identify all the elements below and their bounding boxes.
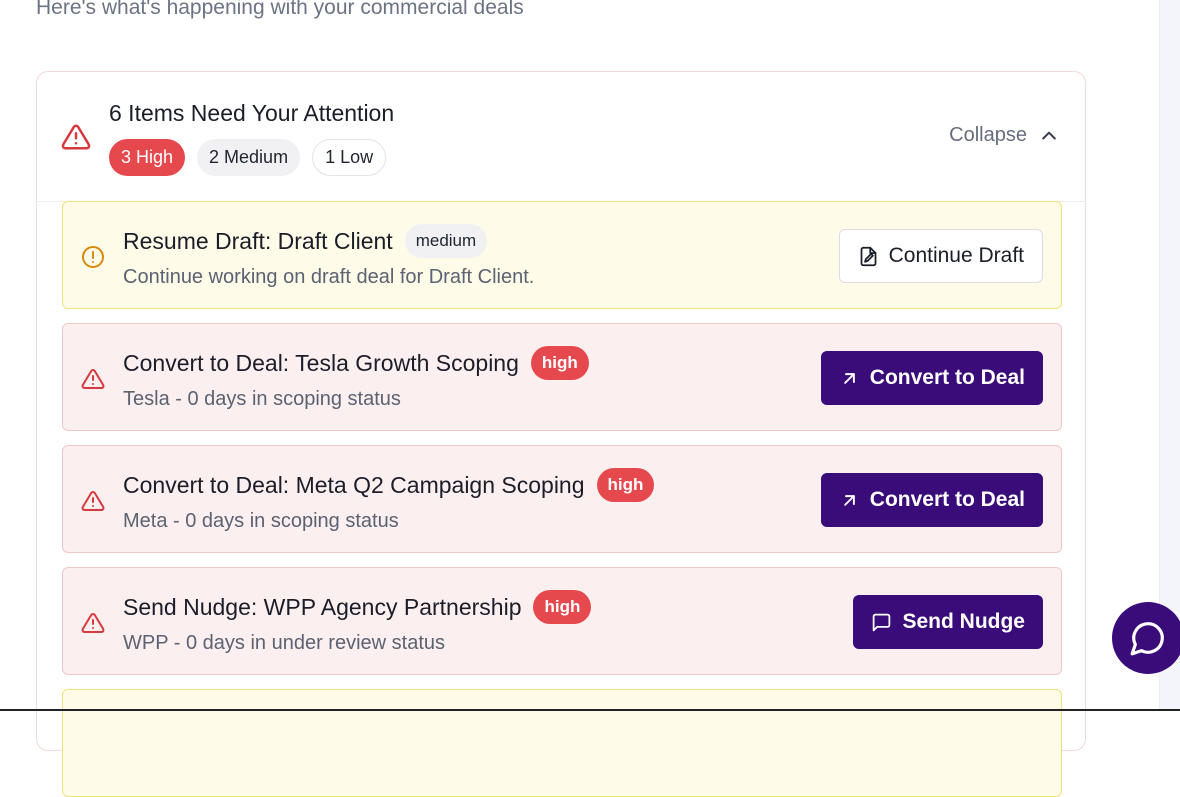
attention-item: Send Nudge: WPP Agency Partnership high … [62, 567, 1062, 675]
item-description: Meta - 0 days in scoping status [123, 510, 399, 532]
attention-header: 6 Items Need Your Attention 3 High 2 Med… [37, 72, 1085, 202]
collapse-button[interactable]: Collapse [949, 124, 1059, 147]
button-label: Send Nudge [902, 610, 1025, 633]
arrow-up-right-icon [843, 494, 855, 506]
alert-circle-icon [82, 246, 104, 268]
chat-bubble-icon [1130, 622, 1164, 656]
button-label: Convert to Deal [869, 366, 1025, 389]
chevron-up-icon [1042, 131, 1056, 139]
high-count-badge: 3 High [109, 139, 186, 176]
button-label: Continue Draft [888, 244, 1024, 267]
attention-item: Resume Draft: Draft Client medium Contin… [62, 201, 1062, 309]
convert-to-deal-button[interactable]: Convert to Deal [820, 351, 1043, 405]
send-nudge-button[interactable]: Send Nudge [853, 595, 1043, 649]
attention-item: Convert to Deal: Tesla Growth Scoping hi… [62, 323, 1062, 431]
page-subtitle: Here's what's happening with your commer… [36, 0, 524, 19]
item-description: Continue working on draft deal for Draft… [123, 266, 535, 288]
continue-draft-button[interactable]: Continue Draft [838, 229, 1043, 283]
attention-item: Convert to Deal: Meta Q2 Campaign Scopin… [62, 445, 1062, 553]
attention-title: 6 Items Need Your Attention [109, 100, 395, 126]
chat-button[interactable] [1112, 602, 1180, 674]
warning-triangle-icon [81, 368, 105, 389]
priority-badge: high [596, 468, 655, 502]
warning-triangle-icon [81, 612, 105, 633]
medium-count-badge: 2 Medium [197, 139, 301, 176]
collapse-label: Collapse [949, 124, 1027, 146]
message-square-icon [873, 613, 891, 631]
item-title: Convert to Deal: Tesla Growth Scoping [123, 349, 519, 376]
arrow-up-right-icon [843, 372, 855, 384]
priority-badge: medium [404, 224, 488, 258]
warning-triangle-icon [61, 124, 91, 150]
button-label: Convert to Deal [869, 488, 1025, 511]
warning-triangle-icon [81, 490, 105, 511]
item-description: Tesla - 0 days in scoping status [123, 388, 401, 410]
file-edit-icon [860, 246, 876, 266]
item-description: WPP - 0 days in under review status [123, 632, 445, 654]
priority-badge: high [533, 590, 592, 624]
priority-badge: high [530, 346, 589, 380]
low-count-badge: 1 Low [312, 139, 387, 176]
item-title: Convert to Deal: Meta Q2 Campaign Scopin… [123, 471, 585, 498]
convert-to-deal-button[interactable]: Convert to Deal [820, 473, 1043, 527]
attention-item [62, 689, 1062, 797]
item-title: Resume Draft: Draft Client [123, 227, 393, 254]
item-title: Send Nudge: WPP Agency Partnership [123, 593, 522, 620]
attention-panel: 6 Items Need Your Attention 3 High 2 Med… [36, 71, 1086, 797]
priority-counts: 3 High 2 Medium 1 Low [109, 139, 387, 176]
